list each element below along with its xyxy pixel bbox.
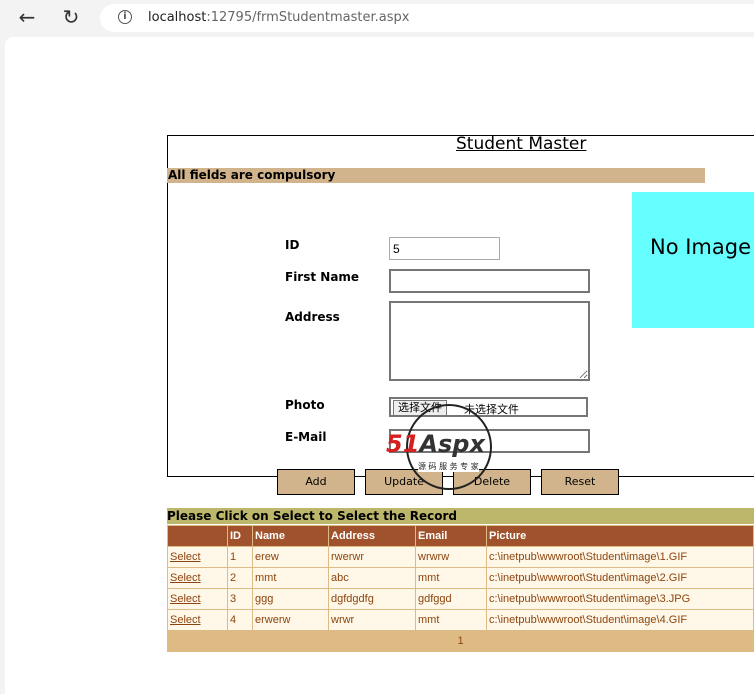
table-row: Select 2 mmt abc mmt c:\inetpub\wwwroot\… xyxy=(167,567,754,589)
cell-id: 4 xyxy=(227,609,253,631)
reload-icon[interactable]: ↻ xyxy=(58,5,84,31)
cell-address: abc xyxy=(328,567,416,589)
cell-name: erwerw xyxy=(252,609,329,631)
grid-pager-row: 1 xyxy=(167,630,754,652)
notice-bar: All fields are compulsory xyxy=(167,168,705,183)
photo-file-input[interactable]: 选择文件 未选择文件 xyxy=(389,397,588,417)
delete-button[interactable]: Delete xyxy=(453,469,531,495)
cell-name: erew xyxy=(252,546,329,568)
grid-header-row: ID Name Address Email Picture xyxy=(167,525,754,547)
table-row: Select 4 erwerw wrwr mmt c:\inetpub\wwwr… xyxy=(167,609,754,631)
cell-address: wrwr xyxy=(328,609,416,631)
info-icon[interactable]: i xyxy=(118,10,132,24)
photo-label: Photo xyxy=(285,398,325,412)
cell-email: mmt xyxy=(415,567,487,589)
back-arrow-icon[interactable]: ← xyxy=(14,5,40,31)
address-bar[interactable]: i localhost:12795/frmStudentmaster.aspx xyxy=(100,4,754,32)
address-label: Address xyxy=(285,310,340,324)
cell-email: gdfggd xyxy=(415,588,487,610)
cell-email: mmt xyxy=(415,609,487,631)
update-button[interactable]: Update xyxy=(365,469,443,495)
address-url[interactable]: localhost:12795/frmStudentmaster.aspx xyxy=(148,10,409,25)
url-host: localhost xyxy=(148,10,207,25)
select-link[interactable]: Select xyxy=(170,593,201,605)
col-name: Name xyxy=(252,525,329,547)
id-input[interactable] xyxy=(389,237,500,260)
first-name-input[interactable] xyxy=(389,269,590,293)
url-path: :12795/frmStudentmaster.aspx xyxy=(206,10,410,25)
address-textarea[interactable] xyxy=(389,301,590,381)
pager-page-number[interactable]: 1 xyxy=(167,630,754,652)
add-button[interactable]: Add xyxy=(277,469,355,495)
table-row: Select 1 erew rwerwr wrwrw c:\inetpub\ww… xyxy=(167,546,754,568)
cell-name: ggg xyxy=(252,588,329,610)
first-name-label: First Name xyxy=(285,270,360,284)
select-link[interactable]: Select xyxy=(170,614,201,626)
col-id: ID xyxy=(227,525,253,547)
cell-address: dgfdgdfg xyxy=(328,588,416,610)
col-select xyxy=(167,525,228,547)
page-title: Student Master xyxy=(456,134,587,154)
cell-picture: c:\inetpub\wwwroot\Student\image\1.GIF xyxy=(486,546,754,568)
cell-name: mmt xyxy=(252,567,329,589)
email-input[interactable] xyxy=(389,429,590,453)
cell-id: 2 xyxy=(227,567,253,589)
select-link[interactable]: Select xyxy=(170,572,201,584)
cell-picture: c:\inetpub\wwwroot\Student\image\3.JPG xyxy=(486,588,754,610)
no-image-placeholder: No Image xyxy=(632,192,754,328)
cell-email: wrwrw xyxy=(415,546,487,568)
email-label: E-Mail xyxy=(285,430,327,444)
cell-address: rwerwr xyxy=(328,546,416,568)
grid-hint-bar: Please Click on Select to Select the Rec… xyxy=(167,508,754,524)
col-picture: Picture xyxy=(486,525,754,547)
id-label: ID xyxy=(285,238,300,252)
cell-id: 1 xyxy=(227,546,253,568)
cell-picture: c:\inetpub\wwwroot\Student\image\4.GIF xyxy=(486,609,754,631)
reset-button[interactable]: Reset xyxy=(541,469,619,495)
choose-file-button[interactable]: 选择文件 xyxy=(393,400,447,416)
col-address: Address xyxy=(328,525,416,547)
no-file-chosen-text: 未选择文件 xyxy=(464,403,519,416)
select-link[interactable]: Select xyxy=(170,551,201,563)
student-grid: ID Name Address Email Picture Select 1 e… xyxy=(167,525,754,652)
cell-id: 3 xyxy=(227,588,253,610)
browser-toolbar: ← ↻ i localhost:12795/frmStudentmaster.a… xyxy=(0,0,754,36)
cell-picture: c:\inetpub\wwwroot\Student\image\2.GIF xyxy=(486,567,754,589)
table-row: Select 3 ggg dgfdgdfg gdfggd c:\inetpub\… xyxy=(167,588,754,610)
col-email: Email xyxy=(415,525,487,547)
